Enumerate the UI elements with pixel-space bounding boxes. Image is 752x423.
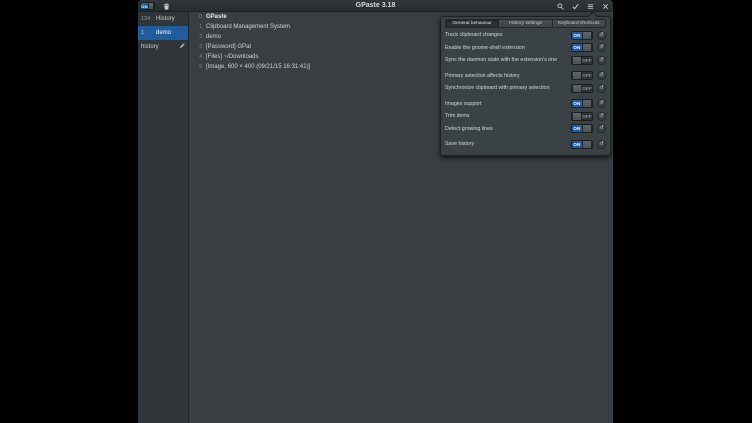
history-name: demo [156, 30, 171, 36]
reset-setting-button[interactable]: ↺ [597, 112, 606, 121]
new-history-text: history [141, 44, 159, 50]
setting-row: Detect growing lines ON ↺ [445, 123, 606, 136]
setting-row: Images support ON ↺ [445, 98, 606, 111]
setting-label: Enable the gnome-shell extension [445, 45, 567, 51]
select-items-button[interactable] [571, 2, 580, 11]
setting-switch[interactable]: ON [571, 43, 593, 52]
setting-label: Primary selection affects history [445, 73, 567, 79]
switch-knob [582, 125, 592, 132]
setting-switch[interactable]: ON [571, 31, 593, 40]
reset-icon: ↺ [599, 125, 604, 132]
setting-row: Synchronize clipboard with primary selec… [445, 82, 606, 95]
setting-row: Track clipboard changes ON ↺ [445, 29, 606, 42]
setting-row: Enable the gnome-shell extension ON ↺ [445, 42, 606, 55]
sidebar-item-history[interactable]: 134 History [138, 12, 188, 26]
setting-row: Sync the daemon state with the extension… [445, 54, 606, 67]
setting-label: Track clipboard changes [445, 32, 567, 38]
history-count-badge: 1 [141, 30, 152, 36]
reset-icon: ↺ [599, 85, 604, 92]
setting-label: Save history [445, 141, 567, 147]
item-text: [Password] GPat [206, 44, 251, 50]
setting-switch[interactable]: ON [571, 140, 593, 149]
settings-group: Save history ON ↺ [441, 138, 610, 151]
menu-button[interactable] [586, 2, 595, 11]
item-text: GPaste [206, 14, 227, 20]
switch-knob [582, 100, 592, 107]
switch-knob [582, 141, 592, 148]
reset-icon: ↺ [599, 141, 604, 148]
reset-setting-button[interactable]: ↺ [597, 84, 606, 93]
reset-icon: ↺ [599, 57, 604, 64]
pencil-icon[interactable] [179, 43, 185, 51]
setting-label: Synchronize clipboard with primary selec… [445, 85, 567, 91]
setting-switch[interactable]: OFF [571, 56, 593, 65]
reset-setting-button[interactable]: ↺ [597, 124, 606, 133]
tab-keyboard-shortcuts[interactable]: Keyboard shortcuts [553, 19, 606, 28]
setting-switch[interactable]: ON [571, 124, 593, 133]
item-index: 1 [198, 24, 202, 30]
setting-row: Trim items OFF ↺ [445, 110, 606, 123]
settings-popover: General behaviour History settings Keybo… [440, 16, 611, 156]
search-icon [557, 3, 564, 10]
setting-label: Sync the daemon state with the extension… [445, 57, 567, 63]
reset-setting-button[interactable]: ↺ [597, 31, 606, 40]
reset-setting-button[interactable]: ↺ [597, 43, 606, 52]
setting-row: Primary selection affects history OFF ↺ [445, 70, 606, 83]
switch-knob [572, 57, 582, 64]
reset-setting-button[interactable]: ↺ [597, 140, 606, 149]
switch-knob [572, 113, 582, 120]
item-index: 5 [198, 64, 202, 70]
setting-label: Trim items [445, 113, 567, 119]
setting-switch[interactable]: ON [571, 99, 593, 108]
header-bar: ON GPaste 3.18 [138, 0, 613, 12]
reset-icon: ↺ [599, 113, 604, 120]
menu-icon [587, 3, 594, 10]
setting-label: Images support [445, 101, 567, 107]
setting-switch[interactable]: OFF [571, 112, 593, 121]
setting-switch[interactable]: OFF [571, 84, 593, 93]
switch-knob [572, 85, 582, 92]
checkmark-icon [572, 3, 579, 10]
item-index: 0 [198, 14, 202, 20]
reset-icon: ↺ [599, 32, 604, 39]
reset-icon: ↺ [599, 72, 604, 79]
setting-label: Detect growing lines [445, 126, 567, 132]
reset-setting-button[interactable]: ↺ [597, 56, 606, 65]
setting-switch[interactable]: OFF [571, 71, 593, 80]
search-button[interactable] [556, 2, 565, 11]
item-index: 3 [198, 44, 202, 50]
sidebar-item-demo[interactable]: 1 demo [138, 26, 188, 40]
switch-knob [572, 72, 582, 79]
reset-setting-button[interactable]: ↺ [597, 71, 606, 80]
item-text: Clipboard Management System [206, 24, 290, 30]
history-name: History [156, 16, 175, 22]
item-index: 2 [198, 34, 202, 40]
reset-icon: ↺ [599, 100, 604, 107]
histories-sidebar: 134 History 1 demo history [138, 12, 189, 423]
item-text: demo [206, 34, 221, 40]
close-icon [602, 3, 609, 10]
settings-group: Primary selection affects history OFF ↺ … [441, 70, 610, 95]
gpaste-window: ON GPaste 3.18 [138, 0, 613, 423]
tab-general-behaviour[interactable]: General behaviour [445, 19, 499, 28]
setting-row: Save history ON ↺ [445, 138, 606, 151]
settings-group: Images support ON ↺ Trim items OFF ↺ Det… [441, 98, 610, 136]
history-count-badge: 134 [141, 16, 152, 22]
reset-icon: ↺ [599, 44, 604, 51]
close-button[interactable] [601, 2, 610, 11]
switch-knob [582, 32, 592, 39]
tab-history-settings[interactable]: History settings [499, 19, 552, 28]
reset-setting-button[interactable]: ↺ [597, 99, 606, 108]
settings-group: Track clipboard changes ON ↺ Enable the … [441, 29, 610, 67]
window-title: GPaste 3.18 [138, 0, 613, 12]
item-text: [Files] ~/Downloads [206, 54, 259, 60]
switch-knob [582, 44, 592, 51]
item-text: [Image, 600 × 400 (09/21/15 16:31:41)] [206, 64, 310, 70]
settings-tabs: General behaviour History settings Keybo… [445, 19, 606, 28]
item-index: 4 [198, 54, 202, 60]
new-history-entry[interactable]: history [138, 40, 188, 54]
